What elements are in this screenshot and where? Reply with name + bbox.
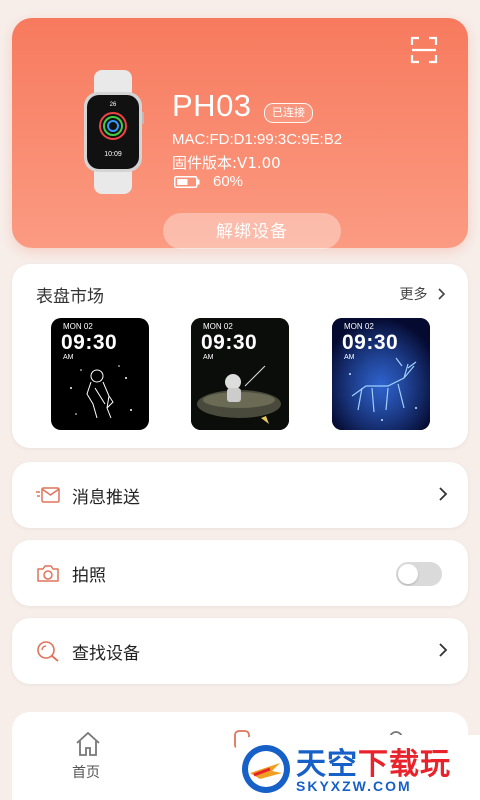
status-badge: 已连接 bbox=[264, 103, 313, 123]
photo-toggle[interactable] bbox=[396, 562, 442, 586]
photo-label: 拍照 bbox=[72, 566, 106, 586]
chevron-right-icon bbox=[439, 643, 448, 657]
face-ampm: AM bbox=[63, 354, 74, 361]
camera-icon bbox=[37, 565, 59, 582]
watch-face-item[interactable]: MON 02 09:30 AM bbox=[51, 318, 149, 430]
face-time: 09:30 bbox=[342, 331, 399, 354]
more-label: 更多 bbox=[399, 287, 428, 303]
message-push-label: 消息推送 bbox=[72, 488, 140, 508]
find-device-label: 查找设备 bbox=[72, 644, 140, 664]
svg-text:10:09: 10:09 bbox=[104, 151, 122, 158]
mac-address: MAC:FD:D1:99:3C:9E:B2 bbox=[172, 131, 343, 148]
more-link[interactable]: 更多 bbox=[400, 284, 446, 304]
watermark-domain: SKYXZW.COM bbox=[296, 778, 412, 794]
chevron-right-icon bbox=[439, 487, 448, 501]
scan-icon[interactable] bbox=[410, 36, 438, 64]
watermark-logo-icon bbox=[242, 745, 290, 793]
svg-text:26: 26 bbox=[110, 102, 117, 108]
device-card: 26 10:09 PH03 已连接 MAC:FD:D1:99:3C:9E:B2 … bbox=[12, 18, 468, 249]
unbind-device-button[interactable]: 解绑设备 bbox=[163, 213, 341, 249]
face-time: 09:30 bbox=[201, 331, 258, 354]
toggle-knob bbox=[398, 564, 418, 584]
face-ampm: AM bbox=[344, 354, 355, 361]
face-date: MON 02 bbox=[63, 322, 93, 331]
market-title: 表盘市场 bbox=[36, 287, 104, 307]
nav-home-label[interactable]: 首页 bbox=[72, 762, 100, 782]
chevron-right-icon bbox=[438, 288, 446, 300]
face-date: MON 02 bbox=[344, 322, 374, 331]
watch-face-market: 表盘市场 更多 MON 02 09:30 AM MON 02 09:30 AM … bbox=[12, 264, 468, 448]
watermark: 天空下载玩 SKYXZW.COM bbox=[230, 735, 480, 800]
find-device-row[interactable]: 查找设备 bbox=[12, 618, 468, 684]
message-envelope-icon bbox=[36, 487, 60, 503]
watch-face-item[interactable]: MON 02 09:30 AM bbox=[191, 318, 289, 430]
face-date: MON 02 bbox=[203, 322, 233, 331]
watermark-title: 天空下载玩 bbox=[296, 739, 451, 783]
photo-row: 拍照 bbox=[12, 540, 468, 606]
device-name: PH03 bbox=[172, 88, 252, 123]
face-ampm: AM bbox=[203, 354, 214, 361]
battery-icon bbox=[174, 176, 200, 188]
message-push-row[interactable]: 消息推送 bbox=[12, 462, 468, 528]
watch-face-item[interactable]: MON 02 09:30 AM bbox=[332, 318, 430, 430]
home-icon[interactable] bbox=[74, 730, 102, 758]
face-time: 09:30 bbox=[61, 331, 118, 354]
watermark-title-a: 天空 bbox=[296, 747, 358, 782]
watermark-title-b: 下载玩 bbox=[358, 747, 451, 782]
search-icon bbox=[37, 641, 59, 662]
firmware-version: 固件版本:V1.00 bbox=[172, 154, 281, 172]
smartwatch-image: 26 10:09 bbox=[84, 70, 144, 194]
battery-percent: 60% bbox=[213, 173, 244, 190]
